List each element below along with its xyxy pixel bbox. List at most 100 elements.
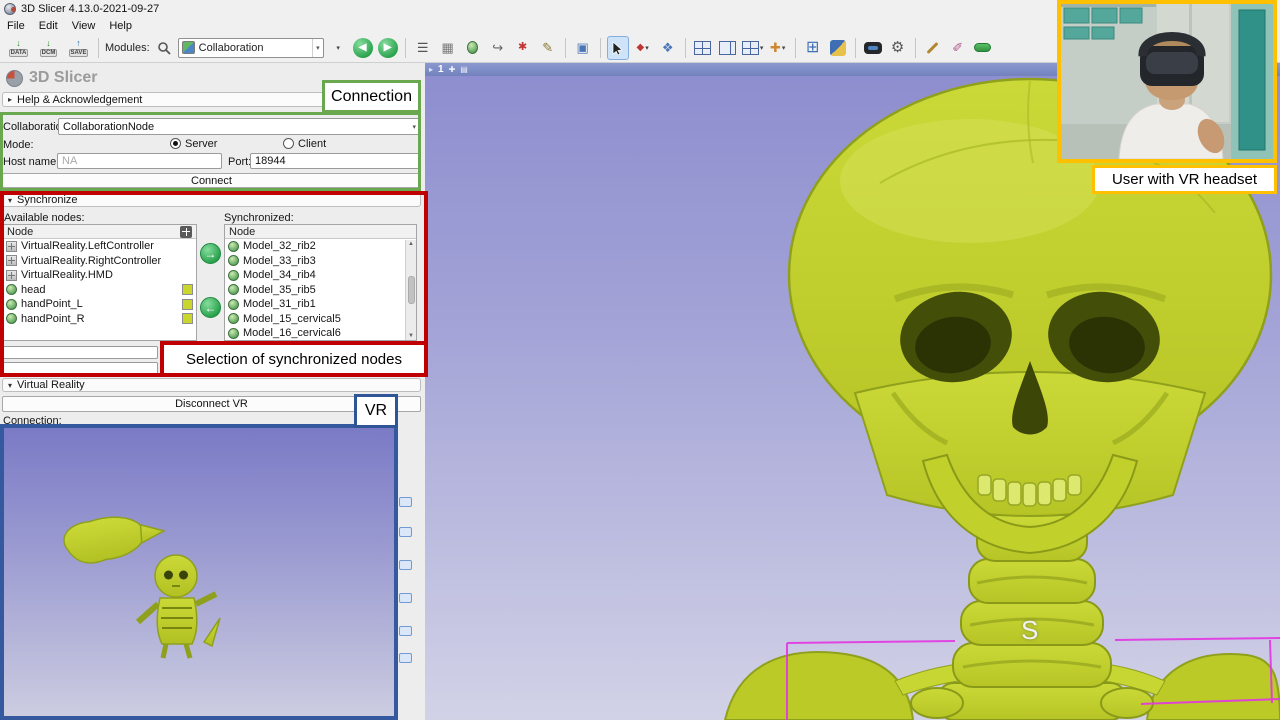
list-item[interactable]: VirtualReality.HMD — [3, 268, 196, 283]
slider-handle[interactable] — [399, 593, 412, 603]
mouse-interaction-button[interactable] — [607, 36, 629, 60]
scroll-down-icon[interactable]: ▼ — [408, 333, 414, 339]
node-name: VirtualReality.HMD — [21, 269, 113, 281]
extensions-manager-button[interactable]: ⊞ — [802, 36, 824, 60]
layout-side-button[interactable] — [717, 36, 739, 60]
node-column-header: Node — [7, 226, 33, 238]
view-menu-icon[interactable]: ▤ — [460, 65, 468, 74]
list-item[interactable]: handPoint_R — [3, 312, 196, 327]
webcam-image — [1061, 4, 1273, 159]
layout-grid-icon — [742, 41, 759, 55]
available-list-header: Node — [3, 225, 196, 239]
collaboration-node-selector[interactable]: CollaborationNode ▾ — [58, 118, 421, 135]
slider-handle[interactable] — [399, 527, 412, 537]
node-name: handPoint_L — [21, 298, 83, 310]
toolbar-separator — [565, 38, 566, 58]
port-input[interactable] — [250, 153, 421, 169]
virtual-reality-button[interactable] — [862, 36, 884, 60]
pin-icon[interactable]: ▸ — [429, 65, 433, 74]
expanded-caret-icon: ▾ — [8, 196, 12, 205]
data-caption: DATA — [9, 49, 29, 57]
status-capsule-button[interactable] — [972, 36, 994, 60]
color-swatch — [182, 284, 193, 295]
webcam-photo — [1057, 0, 1277, 163]
add-node-button[interactable]: → — [200, 243, 221, 264]
list-item[interactable]: VirtualReality.RightController — [3, 254, 196, 269]
transforms-module-button[interactable]: ↪ — [487, 36, 509, 60]
vr-preview-view[interactable] — [0, 424, 398, 720]
utilities-button[interactable] — [922, 36, 944, 60]
module-history-menu-button[interactable]: ▾ — [327, 36, 349, 60]
editor-module-button[interactable]: ✎ — [537, 36, 559, 60]
list-item[interactable]: Model_15_cervical5 — [225, 312, 416, 327]
module-selector[interactable]: Collaboration ▾ — [178, 38, 324, 58]
list-item[interactable]: Model_16_cervical6 — [225, 326, 416, 341]
list-item[interactable]: handPoint_L — [3, 297, 196, 312]
sync-option-field[interactable] — [2, 346, 158, 359]
crosshair-mini-icon[interactable]: ✚ — [449, 65, 456, 74]
load-dicom-button[interactable]: ↓ DCM — [35, 36, 62, 60]
list-item[interactable]: Model_35_rib5 — [225, 283, 416, 298]
slider-handle[interactable] — [399, 626, 412, 636]
list-item[interactable]: Model_33_rib3 — [225, 254, 416, 269]
remove-node-button[interactable]: ← — [200, 297, 221, 318]
markups-toolbar-button[interactable]: ❖ — [657, 36, 679, 60]
help-acknowledgement-section[interactable]: ▸ Help & Acknowledgement — [2, 92, 421, 107]
module-forward-button[interactable]: ▶ — [377, 36, 399, 60]
list-scrollbar[interactable]: ▲ ▼ — [405, 240, 416, 340]
model-node-icon — [228, 328, 239, 339]
node-name: VirtualReality.RightController — [21, 255, 161, 267]
scroll-up-icon[interactable]: ▲ — [408, 241, 414, 247]
list-item[interactable]: Model_32_rib2 — [225, 239, 416, 254]
save-button[interactable]: ↑ SAVE — [65, 36, 92, 60]
model-node-icon — [228, 284, 239, 295]
vr-headset-icon — [864, 42, 882, 54]
place-point-button[interactable]: ◆ ▾ — [632, 36, 654, 60]
slider-handle[interactable] — [399, 497, 412, 507]
vr-skeleton-model — [138, 555, 220, 658]
scrollbar-thumb[interactable] — [408, 276, 415, 304]
volumes-module-button[interactable]: ▦ — [437, 36, 459, 60]
column-settings-icon[interactable] — [180, 226, 192, 238]
markups-module-button[interactable]: ✱ — [512, 36, 534, 60]
module-back-button[interactable]: ◀ — [352, 36, 374, 60]
synchronized-list-header: Node — [225, 225, 416, 239]
layout-fourup-button[interactable] — [692, 36, 714, 60]
list-item[interactable]: Model_34_rib4 — [225, 268, 416, 283]
module-search-button[interactable] — [153, 36, 175, 60]
slider-handle[interactable] — [399, 560, 412, 570]
data-module-button[interactable]: ☰ — [412, 36, 434, 60]
list-item[interactable]: VirtualReality.LeftController — [3, 239, 196, 254]
menu-edit[interactable]: Edit — [32, 20, 65, 32]
load-data-icon: ↓ DATA — [5, 39, 32, 57]
sync-option-field[interactable] — [2, 362, 158, 375]
models-module-button[interactable] — [462, 36, 484, 60]
synchronize-section[interactable]: ▾ Synchronize — [2, 193, 421, 207]
list-item[interactable]: head — [3, 283, 196, 298]
host-name-input[interactable] — [57, 153, 222, 169]
paint-button[interactable]: ✐ — [947, 36, 969, 60]
list-item[interactable]: Model_31_rib1 — [225, 297, 416, 312]
layout-side-icon — [719, 41, 736, 55]
server-radio[interactable]: Server — [170, 138, 217, 150]
window-title: 3D Slicer 4.13.0-2021-09-27 — [21, 3, 159, 15]
dcm-caption: DCM — [40, 49, 58, 57]
screenshot-button[interactable]: ▣ — [572, 36, 594, 60]
disconnect-vr-button[interactable]: Disconnect VR — [2, 396, 421, 412]
menu-view[interactable]: View — [65, 20, 103, 32]
load-data-button[interactable]: ↓ DATA — [5, 36, 32, 60]
settings-gear-button[interactable]: ⚙ — [887, 36, 909, 60]
layout-menu-button[interactable]: ▾ — [742, 36, 764, 60]
model-node-icon — [6, 313, 17, 324]
python-console-button[interactable] — [827, 36, 849, 60]
slider-handle[interactable] — [399, 653, 412, 663]
menu-file[interactable]: File — [0, 20, 32, 32]
virtual-reality-section[interactable]: ▾ Virtual Reality — [2, 378, 421, 392]
slicer-logo-title: 3D Slicer — [29, 69, 97, 87]
menu-help[interactable]: Help — [102, 20, 139, 32]
crosshair-button[interactable]: ✚ ▾ — [767, 36, 789, 60]
client-radio[interactable]: Client — [283, 138, 326, 150]
volume-cube-icon: ▦ — [441, 41, 453, 54]
toolbar-separator — [855, 38, 856, 58]
connect-button[interactable]: Connect — [2, 173, 421, 188]
